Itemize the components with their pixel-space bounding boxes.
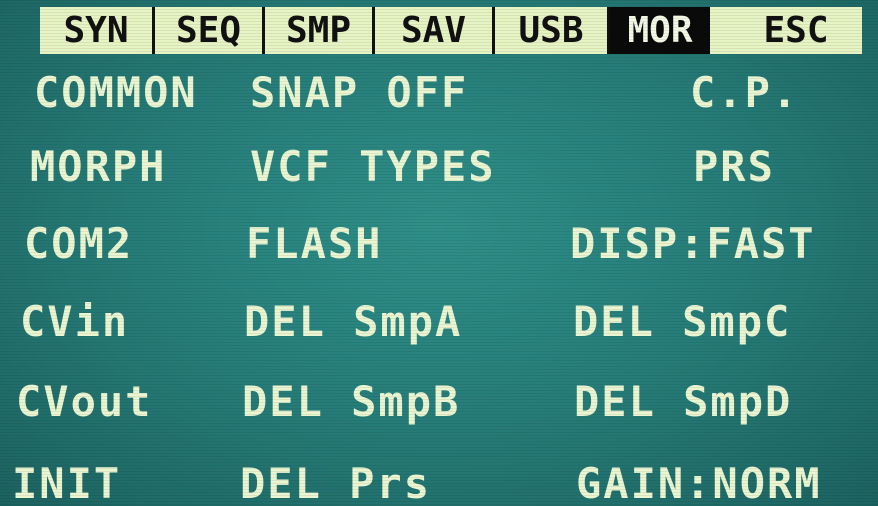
tab-smp[interactable]: SMP xyxy=(265,7,375,54)
tab-seq[interactable]: SEQ xyxy=(155,7,265,54)
menu-morph[interactable]: MORPH xyxy=(30,142,166,192)
tab-usb[interactable]: USB xyxy=(495,7,610,54)
menu-del-smpa[interactable]: DEL SmpA xyxy=(244,297,462,347)
menu-init[interactable]: INIT xyxy=(12,459,121,506)
menu-gain-norm[interactable]: GAIN:NORM xyxy=(576,459,822,506)
menu-del-smpd[interactable]: DEL SmpD xyxy=(574,377,792,427)
menu-del-smpb[interactable]: DEL SmpB xyxy=(242,377,460,427)
tab-sav[interactable]: SAV xyxy=(375,7,495,54)
menu-prs[interactable]: PRS xyxy=(693,142,775,192)
menu-del-prs[interactable]: DEL Prs xyxy=(240,459,431,506)
lcd-screen: SYN SEQ SMP SAV USB MOR ESC COMMON SNAP … xyxy=(0,0,878,506)
menu-snap-off[interactable]: SNAP OFF xyxy=(250,68,468,118)
tab-syn[interactable]: SYN xyxy=(40,7,155,54)
menu-disp-fast[interactable]: DISP:FAST xyxy=(570,219,816,269)
menu-cp[interactable]: C.P. xyxy=(690,68,799,118)
menu-flash[interactable]: FLASH xyxy=(246,219,382,269)
tab-mor[interactable]: MOR xyxy=(610,7,710,54)
menu-com2[interactable]: COM2 xyxy=(24,219,133,269)
menu-del-smpc[interactable]: DEL SmpC xyxy=(573,297,791,347)
menu-common[interactable]: COMMON xyxy=(34,68,198,118)
menu-cvout[interactable]: CVout xyxy=(16,377,152,427)
tab-esc[interactable]: ESC xyxy=(730,7,862,54)
menu-cvin[interactable]: CVin xyxy=(20,297,129,347)
menu-vcf-types[interactable]: VCF TYPES xyxy=(250,142,496,192)
